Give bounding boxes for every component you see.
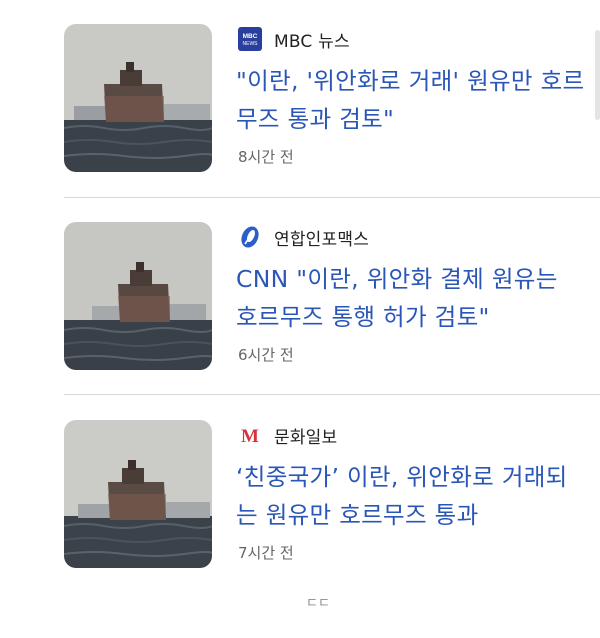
news-thumbnail[interactable] [64,24,212,172]
tanker-ship-image [64,420,212,568]
news-item[interactable]: MBC NEWS MBC 뉴스 "이란, '위안화로 거래' 원유만 호르무즈 … [0,24,600,204]
news-headline[interactable]: CNN "이란, 위안화 결제 원유는 호르무즈 통행 허가 검토" [236,260,586,336]
svg-text:MBC: MBC [243,33,258,40]
news-headline[interactable]: ‘친중국가’ 이란, 위안화로 거래되는 원유만 호르무즈 통과 [236,458,586,534]
yonhap-infomax-logo-icon [238,225,262,249]
source-name[interactable]: 문화일보 [274,423,337,448]
news-item[interactable]: 연합인포맥스 CNN "이란, 위안화 결제 원유는 호르무즈 통행 허가 검토… [0,222,600,402]
news-item[interactable]: M 문화일보 ‘친중국가’ 이란, 위안화로 거래되는 원유만 호르무즈 통과 … [0,420,600,600]
timestamp: 6시간 전 [238,346,294,364]
svg-text:M: M [241,426,259,447]
footer-hint: ㄷㄷ [306,596,330,611]
source-name[interactable]: MBC 뉴스 [274,27,350,52]
tanker-ship-image [64,24,212,172]
news-thumbnail[interactable] [64,222,212,370]
divider [64,394,600,395]
news-thumbnail[interactable] [64,420,212,568]
munhwa-ilbo-logo-icon: M [238,423,262,447]
timestamp: 7시간 전 [238,544,294,562]
divider [64,197,600,198]
svg-text:NEWS: NEWS [243,41,259,47]
source-row[interactable]: M 문화일보 [238,420,337,450]
tanker-ship-image [64,222,212,370]
mbc-news-logo-icon: MBC NEWS [238,27,262,51]
scrollbar[interactable] [595,30,600,120]
news-headline[interactable]: "이란, '위안화로 거래' 원유만 호르무즈 통과 검토" [236,62,586,138]
timestamp: 8시간 전 [238,148,294,166]
source-name[interactable]: 연합인포맥스 [274,225,369,250]
source-row[interactable]: 연합인포맥스 [238,222,369,252]
source-row[interactable]: MBC NEWS MBC 뉴스 [238,24,350,54]
